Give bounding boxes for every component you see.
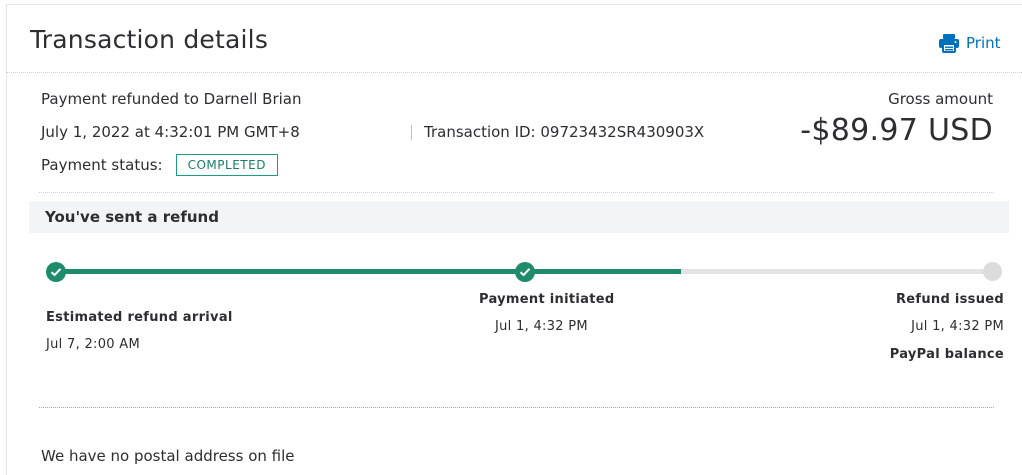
progress-fill (56, 269, 681, 274)
payment-status-label: Payment status: (41, 156, 163, 174)
transaction-details-card (6, 4, 1022, 475)
gross-amount-label: Gross amount (888, 90, 993, 108)
refund-banner: You've sent a refund (29, 201, 1009, 233)
refund-banner-title: You've sent a refund (45, 208, 219, 226)
header-divider (6, 72, 1022, 73)
bottom-divider (39, 407, 994, 408)
step-1-check-icon (46, 262, 66, 282)
printer-icon (938, 33, 960, 53)
step-1-time: Jul 7, 2:00 AM (46, 337, 140, 352)
step-3-pending-dot (983, 262, 1002, 281)
step-3-title: Refund issued (895, 292, 1004, 307)
step-2-time: Jul 1, 4:32 PM (495, 319, 588, 334)
separator (411, 125, 412, 140)
transaction-datetime: July 1, 2022 at 4:32:01 PM GMT+8 (41, 123, 300, 141)
page-title: Transaction details (30, 25, 269, 54)
transaction-id: Transaction ID: 09723432SR430903X (424, 123, 705, 141)
postal-address-note: We have no postal address on file (41, 447, 295, 465)
print-label: Print (966, 34, 1001, 52)
print-button[interactable]: Print (938, 33, 1001, 53)
step-3-time: Jul 1, 4:32 PM (911, 319, 1004, 334)
step-2-check-icon (515, 262, 535, 282)
gross-amount-value: -$89.97 USD (800, 113, 993, 148)
step-3-detail: PayPal balance (889, 347, 1004, 362)
step-1-title: Estimated refund arrival (46, 310, 233, 325)
step-2-title: Payment initiated (479, 292, 615, 307)
payment-status-row: Payment status: COMPLETED (41, 154, 278, 176)
refund-recipient: Payment refunded to Darnell Brian (41, 90, 302, 108)
info-divider (39, 192, 994, 193)
status-badge: COMPLETED (175, 154, 278, 176)
